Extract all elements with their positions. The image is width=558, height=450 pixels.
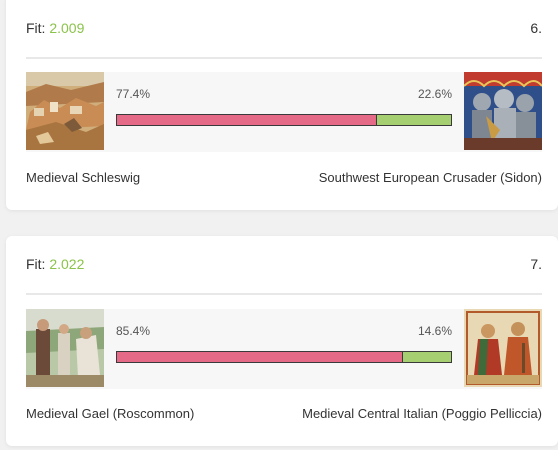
- right-population-name: Southwest European Crusader (Sidon): [318, 170, 542, 185]
- rank-number: 6.: [530, 20, 542, 36]
- result-card-6: Fit: 2.009 6. 77.4% 22.6% Medieval Schle…: [6, 0, 558, 210]
- source-image-right: [464, 309, 542, 387]
- admixture-comparison: 85.4% 14.6%: [26, 309, 542, 389]
- left-percentage: 77.4%: [116, 87, 151, 101]
- left-share-fill: [117, 115, 377, 125]
- result-header: Fit: 2.009 6.: [26, 20, 542, 40]
- admixture-bar: [116, 351, 452, 363]
- admixture-comparison: 77.4% 22.6%: [26, 72, 542, 152]
- admixture-bar: [116, 114, 452, 126]
- result-card-7: Fit: 2.022 7. 85.4% 14.6% Medieval Gael …: [6, 236, 558, 446]
- left-share-fill: [117, 352, 404, 362]
- right-population-name: Medieval Central Italian (Poggio Pellicc…: [302, 406, 542, 421]
- source-image-left: [26, 309, 104, 387]
- left-percentage: 85.4%: [116, 324, 151, 338]
- rank-number: 7.: [530, 256, 542, 272]
- source-image-right: [464, 72, 542, 150]
- fit-value: 2.009: [49, 20, 85, 36]
- fit-label: Fit:: [26, 20, 46, 36]
- fit-value: 2.022: [49, 256, 85, 272]
- population-names: Medieval Schleswig Southwest European Cr…: [26, 170, 542, 185]
- divider: [26, 293, 542, 295]
- divider: [26, 57, 542, 59]
- right-percentage: 14.6%: [417, 324, 452, 338]
- right-percentage: 22.6%: [417, 87, 452, 101]
- left-population-name: Medieval Schleswig: [26, 170, 141, 185]
- left-population-name: Medieval Gael (Roscommon): [26, 406, 195, 421]
- result-header: Fit: 2.022 7.: [26, 256, 542, 276]
- source-image-left: [26, 72, 104, 150]
- population-names: Medieval Gael (Roscommon) Medieval Centr…: [26, 406, 542, 421]
- fit-label: Fit:: [26, 256, 46, 272]
